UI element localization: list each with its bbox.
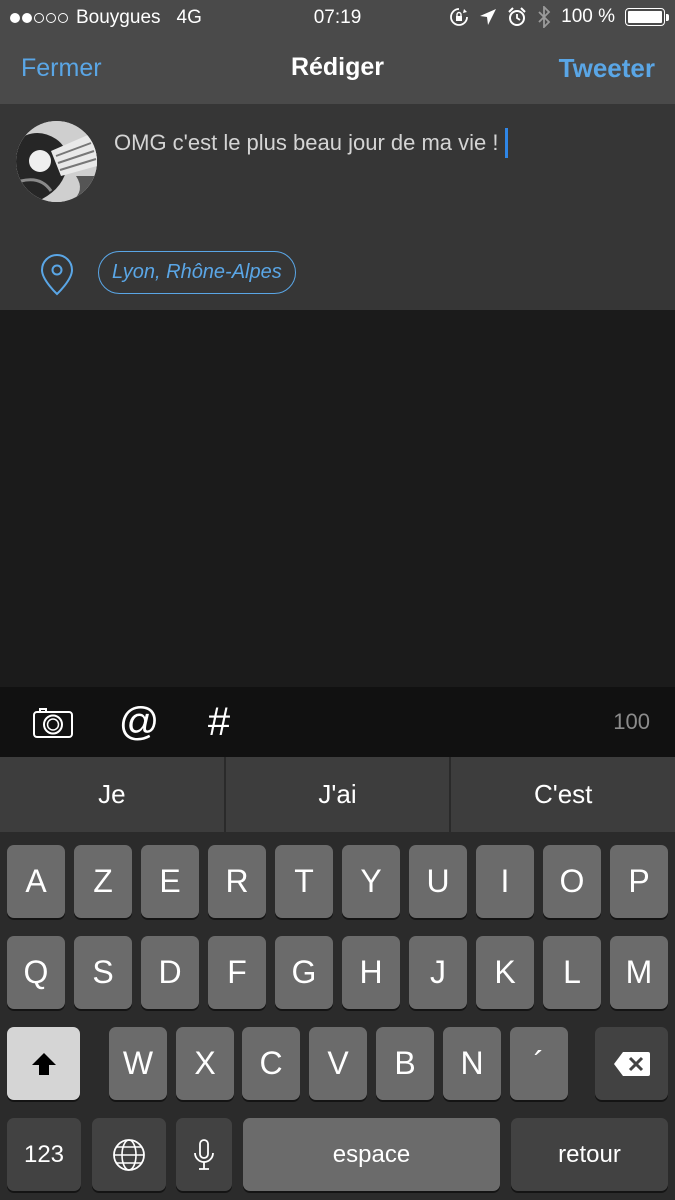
lock-rotation-icon	[450, 8, 469, 26]
backspace-key[interactable]	[595, 1027, 668, 1100]
key-o[interactable]: O	[543, 845, 601, 918]
key-d[interactable]: D	[141, 936, 199, 1009]
text-cursor	[505, 128, 509, 158]
keyboard: A Z E R T Y U I O P Q S D F G H J K L M …	[0, 832, 675, 1200]
key-acute-accent[interactable]: ´	[510, 1027, 568, 1100]
location-pin-icon[interactable]	[38, 254, 76, 296]
predictive-bar: Je J'ai C'est	[0, 757, 675, 832]
key-f[interactable]: F	[208, 936, 266, 1009]
numbers-key-label: 123	[23, 1140, 65, 1168]
key-g[interactable]: G	[275, 936, 333, 1009]
mention-button[interactable]: @	[117, 700, 161, 744]
prediction-item[interactable]: Je	[0, 757, 226, 832]
key-z[interactable]: Z	[74, 845, 132, 918]
key-p[interactable]: P	[610, 845, 668, 918]
key-r[interactable]: R	[208, 845, 266, 918]
key-l[interactable]: L	[543, 936, 601, 1009]
tweet-text: OMG c'est le plus beau jour de ma vie !	[114, 130, 499, 155]
key-v[interactable]: V	[309, 1027, 367, 1100]
numbers-key[interactable]: 123	[7, 1118, 81, 1191]
avatar[interactable]	[16, 121, 97, 202]
key-u[interactable]: U	[409, 845, 467, 918]
key-m[interactable]: M	[610, 936, 668, 1009]
character-counter: 100	[613, 709, 650, 734]
compose-toolbar: @ # 100	[0, 687, 675, 757]
key-a[interactable]: A	[7, 845, 65, 918]
hashtag-button[interactable]: #	[199, 700, 239, 744]
prediction-item[interactable]: C'est	[451, 757, 675, 832]
microphone-icon	[194, 1138, 214, 1170]
location-tag[interactable]: Lyon, Rhône-Alpes	[98, 251, 296, 294]
bluetooth-icon	[538, 6, 551, 28]
key-s[interactable]: S	[74, 936, 132, 1009]
key-q[interactable]: Q	[7, 936, 65, 1009]
navigation-bar: Fermer Rédiger Tweeter	[0, 36, 675, 104]
key-c[interactable]: C	[242, 1027, 300, 1100]
key-b[interactable]: B	[376, 1027, 434, 1100]
camera-icon	[33, 708, 73, 738]
tweet-button[interactable]: Tweeter	[559, 53, 655, 84]
battery-icon	[625, 8, 669, 26]
top-bar: Bouygues 4G 07:19 100 % Fermer Rédiger T…	[0, 0, 675, 104]
key-n[interactable]: N	[443, 1027, 501, 1100]
space-key[interactable]: espace	[243, 1118, 500, 1191]
key-y[interactable]: Y	[342, 845, 400, 918]
key-k[interactable]: K	[476, 936, 534, 1009]
status-bar: Bouygues 4G 07:19 100 %	[0, 0, 675, 36]
tweet-text-input[interactable]: OMG c'est le plus beau jour de ma vie !	[114, 128, 509, 158]
compose-area: OMG c'est le plus beau jour de ma vie ! …	[0, 104, 675, 310]
key-w[interactable]: W	[109, 1027, 167, 1100]
key-h[interactable]: H	[342, 936, 400, 1009]
key-j[interactable]: J	[409, 936, 467, 1009]
globe-key[interactable]	[92, 1118, 166, 1191]
return-key[interactable]: retour	[511, 1118, 668, 1191]
location-arrow-icon	[480, 9, 497, 25]
shift-icon	[31, 1052, 56, 1075]
status-right: 100 %	[449, 6, 669, 28]
key-e[interactable]: E	[141, 845, 199, 918]
alarm-icon	[508, 7, 526, 26]
battery-percentage: 100 %	[561, 6, 615, 27]
shift-key[interactable]	[7, 1027, 80, 1100]
key-i[interactable]: I	[476, 845, 534, 918]
space-key-label: espace	[332, 1140, 411, 1168]
key-x[interactable]: X	[176, 1027, 234, 1100]
backspace-icon	[613, 1051, 650, 1076]
key-t[interactable]: T	[275, 845, 333, 918]
camera-button[interactable]	[30, 701, 76, 743]
return-key-label: retour	[558, 1140, 621, 1168]
globe-icon	[113, 1138, 145, 1171]
prediction-item[interactable]: J'ai	[226, 757, 452, 832]
microphone-key[interactable]	[176, 1118, 232, 1191]
